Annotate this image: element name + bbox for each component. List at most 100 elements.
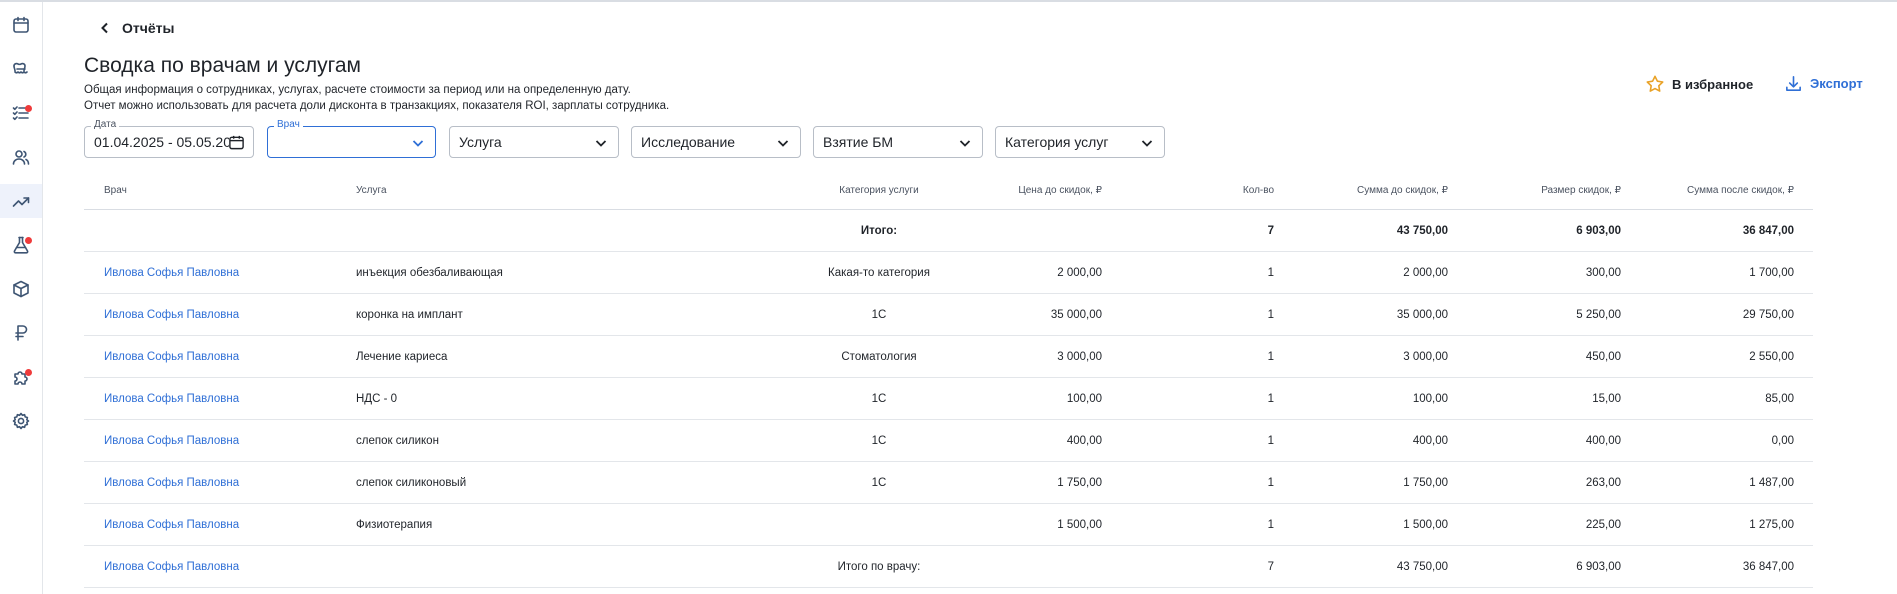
sum-before-cell: 1 500,00 bbox=[1403, 518, 1448, 531]
table-row: Ивлова Софья Павловна инъекция обезбалив… bbox=[84, 252, 1813, 294]
discount-cell: 15,00 bbox=[1592, 392, 1621, 405]
doctor-link[interactable]: Ивлова Софья Павловна bbox=[104, 462, 334, 503]
chevron-down-icon[interactable] bbox=[776, 136, 790, 150]
sidebar-item-integrations[interactable] bbox=[0, 360, 42, 394]
favorites-label: В избранное bbox=[1672, 76, 1754, 92]
category-cell: 1С bbox=[871, 308, 887, 321]
page-description: Общая информация о сотрудниках, услугах,… bbox=[84, 82, 669, 114]
header-sum-after[interactable]: Сумма после скидок, ₽ bbox=[1644, 172, 1794, 209]
table-header: Врач Услуга Категория услуги Цена до ски… bbox=[84, 172, 1813, 210]
total-sum-after: 36 847,00 bbox=[1742, 224, 1794, 237]
sidebar-item-warehouse[interactable] bbox=[0, 272, 42, 306]
service-cell: Лечение кариеса bbox=[356, 350, 448, 363]
header-price[interactable]: Цена до скидок, ₽ bbox=[984, 172, 1102, 209]
back-to-reports-link[interactable]: Отчёты bbox=[98, 20, 174, 36]
qty-cell: 1 bbox=[1267, 476, 1274, 489]
page-title: Сводка по врачам и услугам bbox=[84, 54, 361, 77]
table-row: Ивлова Софья Павловна Физиотерапия 1 500… bbox=[84, 504, 1813, 546]
category-cell: Какая-то категория bbox=[828, 266, 930, 279]
bm-select[interactable]: Взятие БМ bbox=[813, 126, 983, 158]
doctor-link[interactable]: Ивлова Софья Павловна bbox=[104, 378, 334, 419]
category-cell: 1С bbox=[871, 434, 887, 447]
service-cell: НДС - 0 bbox=[356, 392, 398, 405]
discount-cell: 263,00 bbox=[1585, 476, 1621, 489]
chevron-down-icon[interactable] bbox=[1140, 136, 1154, 150]
service-category-select[interactable]: Категория услуг bbox=[995, 126, 1165, 158]
chevron-down-icon[interactable] bbox=[594, 136, 608, 150]
header-sum-before[interactable]: Сумма до скидок, ₽ bbox=[1334, 172, 1448, 209]
doctor-total-qty: 7 bbox=[1267, 560, 1274, 573]
description-line-2: Отчет можно использовать для расчета дол… bbox=[84, 100, 670, 112]
sum-before-cell: 100,00 bbox=[1412, 392, 1448, 405]
sidebar-item-dental[interactable] bbox=[0, 52, 42, 86]
doctor-total-row: Ивлова Софья Павловна Итого по врачу: 7 … bbox=[84, 546, 1813, 588]
sidebar-item-reports[interactable] bbox=[0, 184, 42, 218]
sum-after-cell: 0,00 bbox=[1771, 434, 1794, 447]
sidebar-item-tasks[interactable] bbox=[0, 96, 42, 130]
doctor-link[interactable]: Ивлова Софья Павловна bbox=[104, 546, 334, 587]
add-to-favorites-button[interactable]: В избранное bbox=[1645, 74, 1753, 94]
star-icon bbox=[1646, 75, 1664, 92]
back-label: Отчёты bbox=[122, 20, 175, 36]
doctor-link[interactable]: Ивлова Софья Павловна bbox=[104, 420, 334, 461]
chevron-down-icon[interactable] bbox=[411, 136, 425, 150]
table-row: Ивлова Софья Павловна Лечение кариеса Ст… bbox=[84, 336, 1813, 378]
sidebar-item-finance[interactable] bbox=[0, 316, 42, 350]
service-select-placeholder: Услуга bbox=[459, 134, 502, 150]
sum-after-cell: 85,00 bbox=[1765, 392, 1794, 405]
header-category[interactable]: Категория услуги bbox=[744, 172, 1014, 209]
service-select[interactable]: Услуга bbox=[449, 126, 619, 158]
header-doctor[interactable]: Врач bbox=[104, 172, 334, 209]
qty-cell: 1 bbox=[1267, 350, 1274, 363]
header-discount[interactable]: Размер скидок, ₽ bbox=[1484, 172, 1621, 209]
table-row: Ивлова Софья Павловна НДС - 0 1С 100,00 … bbox=[84, 378, 1813, 420]
teeth-icon bbox=[13, 62, 28, 74]
doctor-total-sum-after: 36 847,00 bbox=[1742, 560, 1794, 573]
discount-cell: 5 250,00 bbox=[1576, 308, 1621, 321]
service-cell: слепок силиконовый bbox=[356, 476, 467, 489]
doctor-select[interactable]: Врач bbox=[267, 119, 436, 158]
notification-badge bbox=[25, 369, 32, 376]
header-service[interactable]: Услуга bbox=[356, 172, 686, 209]
category-cell: 1С bbox=[871, 476, 887, 489]
export-button[interactable]: Экспорт bbox=[1784, 74, 1863, 93]
doctor-link[interactable]: Ивлова Софья Павловна bbox=[104, 294, 334, 335]
doctor-link[interactable]: Ивлова Софья Павловна bbox=[104, 504, 334, 545]
notification-badge bbox=[25, 105, 32, 112]
total-label: Итого: bbox=[860, 224, 898, 237]
date-range-field[interactable]: Дата 01.04.2025 - 05.05.2025 bbox=[84, 119, 254, 158]
table-row: Ивлова Софья Павловна слепок силикон 1С … bbox=[84, 420, 1813, 462]
discount-cell: 300,00 bbox=[1585, 266, 1621, 279]
sidebar-item-users[interactable] bbox=[0, 140, 42, 174]
doctor-total-discount: 6 903,00 bbox=[1576, 560, 1621, 573]
qty-cell: 1 bbox=[1267, 392, 1274, 405]
sidebar-item-calendar[interactable] bbox=[0, 8, 42, 42]
research-select-placeholder: Исследование bbox=[641, 134, 736, 150]
sum-after-cell: 2 550,00 bbox=[1749, 350, 1794, 363]
doctor-total-sum-before: 43 750,00 bbox=[1396, 560, 1448, 573]
price-cell: 3 000,00 bbox=[1057, 350, 1102, 363]
total-sum-before: 43 750,00 bbox=[1396, 224, 1448, 237]
price-cell: 100,00 bbox=[1066, 392, 1102, 405]
report-table: Врач Услуга Категория услуги Цена до ски… bbox=[84, 172, 1813, 588]
chevron-down-icon[interactable] bbox=[958, 136, 972, 150]
service-cell: инъекция обезбаливающая bbox=[356, 266, 503, 279]
research-select[interactable]: Исследование bbox=[631, 126, 801, 158]
chart-line-icon bbox=[12, 197, 30, 207]
sidebar-item-settings[interactable] bbox=[0, 404, 42, 438]
notification-badge bbox=[25, 237, 32, 244]
qty-cell: 1 bbox=[1267, 518, 1274, 531]
date-range-value: 01.04.2025 - 05.05.2025 bbox=[94, 134, 229, 150]
doctor-link[interactable]: Ивлова Софья Павловна bbox=[104, 252, 334, 293]
total-discount: 6 903,00 bbox=[1576, 224, 1621, 237]
box-icon bbox=[13, 280, 29, 298]
doctor-link[interactable]: Ивлова Софья Павловна bbox=[104, 336, 334, 377]
sum-after-cell: 1 700,00 bbox=[1749, 266, 1794, 279]
qty-cell: 1 bbox=[1267, 266, 1274, 279]
doctor-field-label: Врач bbox=[274, 119, 303, 130]
qty-cell: 1 bbox=[1267, 434, 1274, 447]
bm-select-placeholder: Взятие БМ bbox=[823, 134, 894, 150]
sidebar-item-lab[interactable] bbox=[0, 228, 42, 262]
header-qty[interactable]: Кол-во bbox=[1184, 172, 1274, 209]
sidebar bbox=[0, 2, 43, 594]
